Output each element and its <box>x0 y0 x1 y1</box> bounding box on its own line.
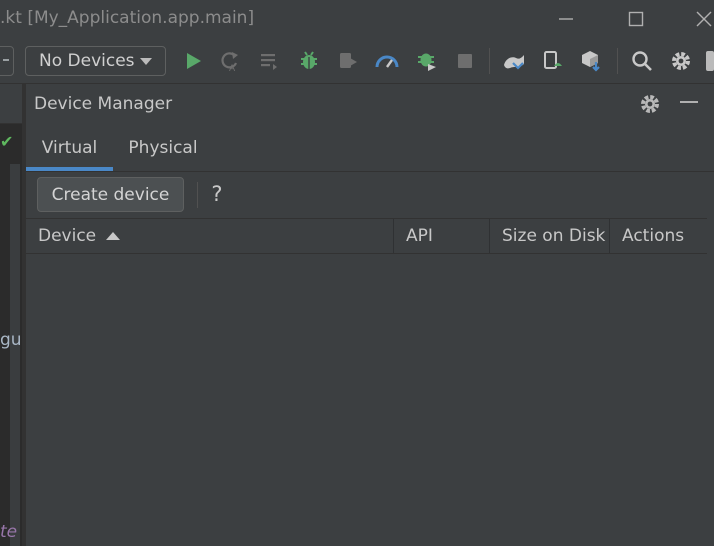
chevron-down-icon <box>140 58 152 65</box>
close-window-button[interactable] <box>690 0 714 38</box>
editor-text-fragment: te <box>0 522 18 542</box>
column-header-device[interactable]: Device <box>26 219 394 253</box>
editor-tab-area <box>0 84 22 124</box>
main-toolbar: No Devices A <box>0 38 714 84</box>
debug-button[interactable] <box>297 49 321 73</box>
search-button[interactable] <box>630 49 654 73</box>
debug-icon <box>301 51 317 69</box>
toolbar-separator <box>489 48 490 74</box>
device-tabs: Virtual Physical <box>26 124 714 172</box>
attach-debug-button[interactable] <box>415 49 439 73</box>
create-device-button[interactable]: Create device <box>37 177 184 212</box>
column-label: API <box>406 226 433 246</box>
device-table-body <box>26 254 707 546</box>
profile-button[interactable] <box>375 49 399 73</box>
column-label: Device <box>38 226 97 246</box>
apply-code-changes-button[interactable] <box>258 49 282 73</box>
attach-debugger-button[interactable] <box>336 49 360 73</box>
sync-gradle-icon <box>504 55 524 70</box>
column-label: Actions <box>622 226 685 246</box>
stop-icon <box>458 54 472 68</box>
device-table-header: Device API Size on Disk Actions <box>26 218 707 254</box>
editor-text-fragment: gu <box>0 330 22 350</box>
table-scrollbar[interactable] <box>707 218 714 546</box>
debug-attach-icon <box>418 53 436 71</box>
panel-options-button[interactable] <box>638 92 662 116</box>
minimize-icon <box>559 18 573 20</box>
sync-gradle-button[interactable] <box>502 49 526 73</box>
maximize-window-button[interactable] <box>616 0 656 38</box>
avatar[interactable] <box>706 49 714 73</box>
apply-changes-button[interactable]: A <box>218 49 242 73</box>
tab-label: Virtual <box>41 137 98 158</box>
device-actions-row: Create device ? <box>26 172 714 218</box>
device-select[interactable]: No Devices <box>25 46 166 76</box>
panel-header: Device Manager <box>26 84 714 124</box>
panel-title: Device Manager <box>34 94 173 114</box>
close-icon <box>696 11 712 27</box>
run-config-icon <box>261 54 277 70</box>
gear-icon <box>641 95 659 113</box>
sort-ascending-icon <box>106 232 121 240</box>
run-icon <box>187 53 201 69</box>
tab-physical[interactable]: Physical <box>118 124 208 171</box>
apply-changes-icon: A <box>221 52 238 72</box>
search-icon <box>632 51 652 71</box>
toolbar-separator <box>617 48 618 74</box>
editor-scrollbar[interactable] <box>10 164 20 546</box>
run-button[interactable] <box>181 49 205 73</box>
avatar-icon <box>706 51 714 71</box>
editor-strip: ✔ gu te <box>0 84 22 546</box>
device-select-value: No Devices <box>39 51 135 71</box>
title-bar: .kt [My_Application.app.main] <box>0 0 714 38</box>
device-mirror-icon <box>544 51 562 69</box>
help-button[interactable]: ? <box>206 180 228 208</box>
maximize-icon <box>628 11 644 27</box>
run-config-select[interactable] <box>0 46 14 76</box>
svg-text:A: A <box>229 64 236 72</box>
attach-icon <box>340 53 357 68</box>
tab-virtual[interactable]: Virtual <box>26 124 113 171</box>
column-label: Size on Disk <box>502 226 606 246</box>
window-title: .kt [My_Application.app.main] <box>0 8 255 28</box>
column-header-actions[interactable]: Actions <box>610 219 707 253</box>
settings-button[interactable] <box>669 49 693 73</box>
sdk-manager-icon <box>582 51 600 72</box>
device-mirroring-button[interactable] <box>541 49 565 73</box>
sdk-manager-button[interactable] <box>580 49 604 73</box>
selected-tab-indicator <box>26 167 113 171</box>
column-header-api[interactable]: API <box>394 219 490 253</box>
column-header-size-on-disk[interactable]: Size on Disk <box>490 219 610 253</box>
profile-icon <box>375 55 399 68</box>
checkmark-icon: ✔ <box>0 132 14 151</box>
tab-label: Physical <box>128 137 198 158</box>
toolbar-separator <box>197 182 198 208</box>
hide-panel-button[interactable] <box>680 101 698 103</box>
settings-icon <box>672 52 690 70</box>
stop-button[interactable] <box>453 49 477 73</box>
device-manager-panel: Device Manager Virtual Physical Create d… <box>26 84 714 546</box>
minimize-window-button[interactable] <box>546 0 586 38</box>
